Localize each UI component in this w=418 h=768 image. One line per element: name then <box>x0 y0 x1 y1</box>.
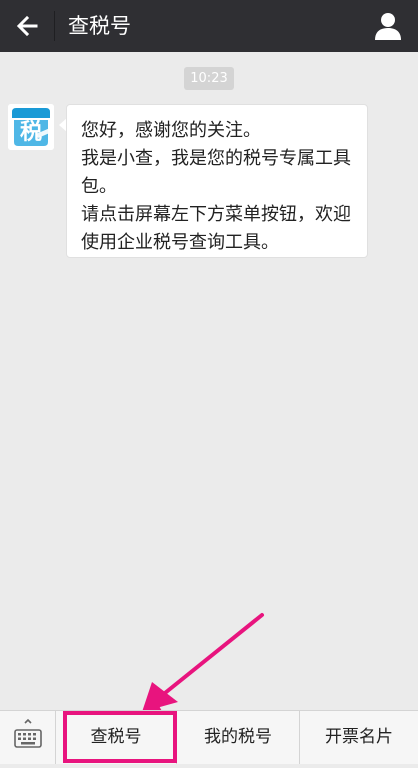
title-bar: 查税号 <box>0 0 418 52</box>
avatar[interactable]: 税 <box>8 104 54 150</box>
menu-button-my-tax-id[interactable]: 我的税号 <box>177 711 300 764</box>
message-line: 我是小查，我是您的税号专属工具包。 <box>81 148 351 197</box>
profile-button[interactable] <box>372 10 404 42</box>
message-line: 请点击屏幕左下方菜单按钮，欢迎使用企业税号查询工具。 <box>81 204 351 253</box>
chat-message-bubble: 您好，感谢您的关注。 我是小查，我是您的税号专属工具包。 请点击屏幕左下方菜单按… <box>66 104 368 258</box>
back-button[interactable] <box>10 8 46 44</box>
tax-logo-icon: 税 <box>8 104 54 150</box>
keyboard-toggle-button[interactable] <box>0 711 56 764</box>
menu-button-invoice-card[interactable]: 开票名片 <box>300 711 418 764</box>
keyboard-icon <box>14 718 42 748</box>
arrow-left-icon <box>16 15 38 37</box>
message-timestamp: 10:23 <box>184 67 234 90</box>
page-title: 查税号 <box>68 14 131 38</box>
bottom-menu-bar: 查税号 我的税号 开票名片 <box>0 710 418 764</box>
menu-button-check-tax-id[interactable]: 查税号 <box>56 711 177 764</box>
header-divider <box>54 11 55 41</box>
message-line: 您好，感谢您的关注。 <box>81 120 261 141</box>
person-icon <box>375 13 401 40</box>
svg-text:税: 税 <box>20 119 42 145</box>
